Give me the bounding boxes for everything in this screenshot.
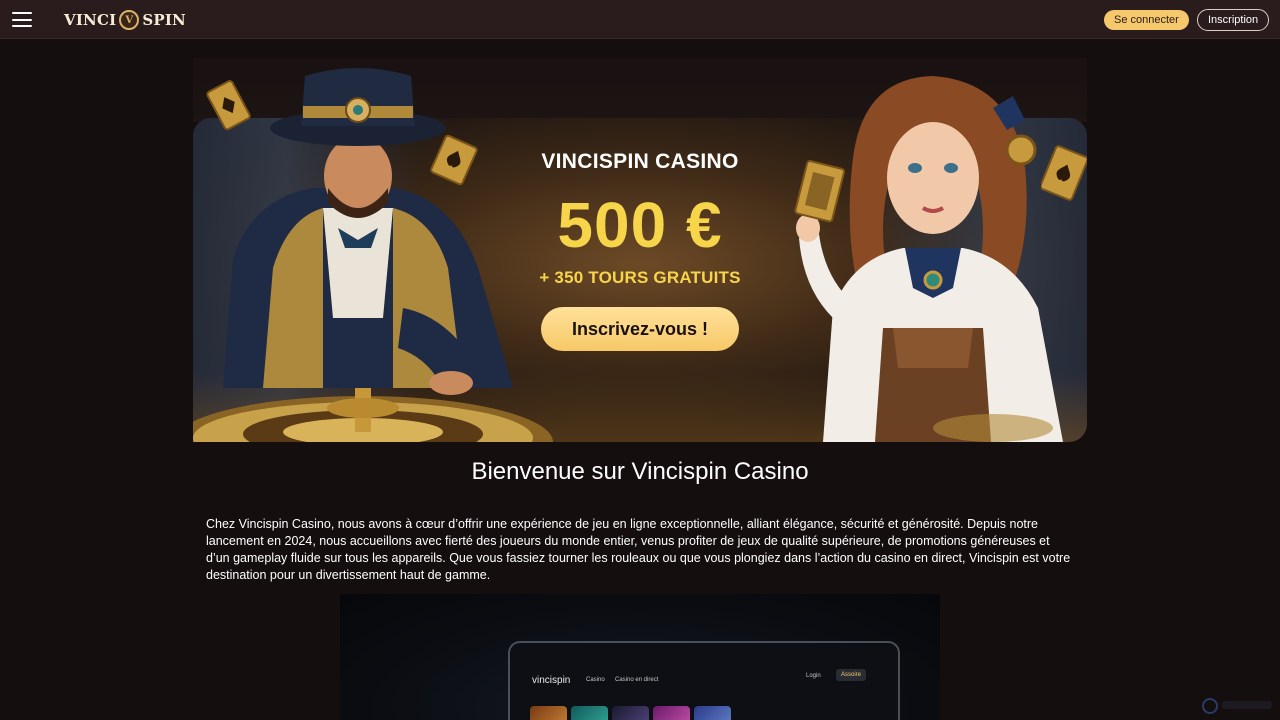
- game-tile: [612, 706, 649, 720]
- site-logo[interactable]: VINCI V SPIN: [64, 9, 186, 31]
- lady-character-image: [794, 76, 1063, 442]
- game-tile: [571, 706, 608, 720]
- game-tile: [653, 706, 690, 720]
- signup-button[interactable]: Inscription: [1197, 9, 1270, 31]
- preview-game-tiles: [530, 706, 731, 720]
- preview-logo: vincispin: [532, 675, 571, 686]
- recaptcha-icon[interactable]: [1202, 698, 1218, 714]
- top-header: VINCI V SPIN Se connecter Inscription: [0, 0, 1280, 39]
- game-tile: [694, 706, 731, 720]
- logo-text-right: SPIN: [142, 11, 186, 29]
- intro-paragraph: Chez Vincispin Casino, nous avons à cœur…: [206, 517, 1071, 582]
- page-heading: Bienvenue sur Vincispin Casino: [471, 458, 809, 485]
- site-preview-image: vincispin Casino Casino en direct Login …: [340, 594, 940, 720]
- logo-emblem-icon: V: [119, 10, 140, 30]
- logo-text-left: VINCI: [64, 11, 117, 29]
- register-cta-button[interactable]: Inscrivez-vous !: [541, 307, 739, 351]
- laptop-mockup: vincispin Casino Casino en direct Login …: [508, 641, 900, 720]
- free-spins-text: + 350 TOURS GRATUITS: [539, 268, 741, 287]
- recaptcha-badge: [1222, 701, 1272, 709]
- preview-login: Login: [806, 673, 821, 679]
- login-button[interactable]: Se connecter: [1104, 10, 1189, 30]
- game-tile: [530, 706, 567, 720]
- hamburger-menu-icon[interactable]: [12, 12, 32, 27]
- preview-nav-casino: Casino: [586, 677, 605, 683]
- hero-banner: VINCISPIN CASINO 500 € + 350 TOURS GRATU…: [193, 58, 1087, 442]
- hero-title: VINCISPIN CASINO: [541, 150, 739, 173]
- preview-nav-live: Casino en direct: [615, 677, 659, 683]
- preview-signup: Assoire: [836, 669, 867, 681]
- bonus-amount: 500 €: [557, 189, 723, 261]
